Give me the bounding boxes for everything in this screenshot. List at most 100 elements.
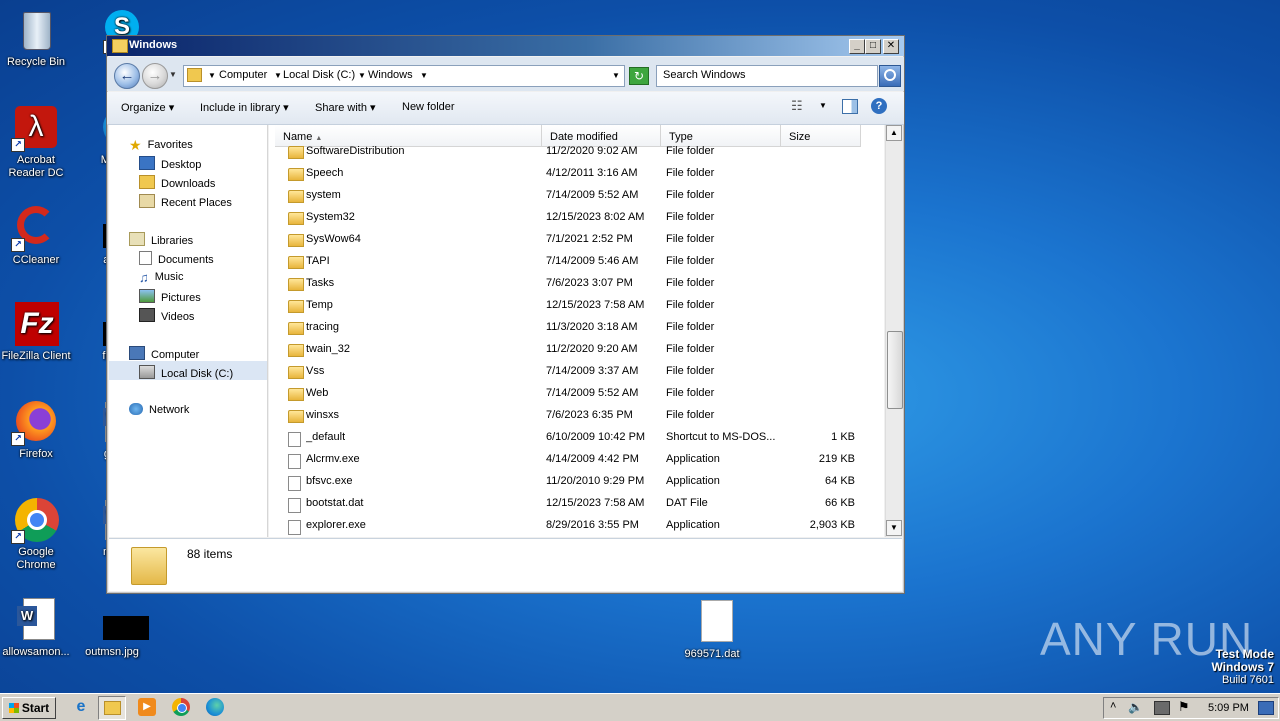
folder-icon (288, 212, 304, 228)
nav-videos[interactable]: Videos (139, 308, 194, 323)
file-row[interactable]: system 7/14/2009 5:52 AM File folder (269, 185, 884, 207)
refresh-icon[interactable]: ↻ (629, 67, 649, 85)
desktop-icon-recycle-bin[interactable]: Recycle Bin (0, 6, 74, 69)
forward-button[interactable]: → (142, 63, 168, 89)
desktop-icon-969571-dat[interactable]: 969571.dat (674, 598, 750, 661)
file-row[interactable]: Temp 12/15/2023 7:58 AM File folder (269, 295, 884, 317)
file-row[interactable]: bfsvc.exe 11/20/2010 9:29 PM Application 64… (269, 471, 884, 493)
back-button[interactable]: ← (114, 63, 140, 89)
start-button[interactable]: Start (2, 697, 56, 719)
desktop-icon-acrobat[interactable]: λ ↗ Acrobat Reader DC (0, 104, 74, 180)
scroll-thumb[interactable] (887, 331, 903, 409)
file-row[interactable]: winsxs 7/6/2023 6:35 PM File folder (269, 405, 884, 427)
explorer-window[interactable]: Windows _ □ ✕ ← → ▼ ▼ Computer ▼ Local D… (106, 35, 905, 594)
view-dropdown-icon[interactable]: ▼ (819, 101, 827, 110)
clock[interactable]: 5:09 PM (1208, 702, 1249, 714)
file-date: 12/15/2023 7:58 AM (546, 497, 645, 509)
file-row[interactable]: TAPI 7/14/2009 5:46 AM File folder (269, 251, 884, 273)
address-dropdown[interactable]: ▼ (612, 71, 620, 80)
file-icon (689, 598, 735, 644)
word-document-icon: W (13, 596, 59, 642)
nav-favorites[interactable]: ★ Favorites (129, 137, 193, 153)
network-tray-icon[interactable] (1154, 701, 1170, 715)
file-type: File folder (666, 167, 715, 179)
file-date: 11/2/2020 9:20 AM (546, 343, 638, 355)
nav-downloads[interactable]: Downloads (139, 175, 215, 190)
nav-computer[interactable]: Computer (129, 346, 199, 361)
scroll-down-arrow[interactable]: ▼ (886, 520, 902, 536)
file-row[interactable]: _default 6/10/2009 10:42 PM Shortcut to MS… (269, 427, 884, 449)
edge-taskbar-icon[interactable] (206, 698, 224, 716)
desktop-icon-chrome[interactable]: ↗ Google Chrome (0, 496, 74, 572)
preview-pane-icon[interactable] (842, 99, 858, 114)
file-type: File folder (666, 277, 715, 289)
windows-explorer-icon[interactable] (98, 696, 126, 720)
file-row[interactable]: System32 12/15/2023 8:02 AM File folder (269, 207, 884, 229)
organize-button[interactable]: Organize ▾ (121, 101, 174, 114)
file-name: Alcrmv.exe (306, 453, 360, 465)
close-button[interactable]: ✕ (883, 39, 899, 54)
file-row[interactable]: explorer.exe 8/29/2016 3:55 PM Application… (269, 515, 884, 537)
file-icon (288, 432, 301, 450)
chrome-icon: ↗ (11, 496, 59, 544)
file-row[interactable]: Web 7/14/2009 5:52 AM File folder (269, 383, 884, 405)
star-icon: ★ (129, 137, 142, 153)
nav-music[interactable]: ♫ Music (139, 270, 183, 285)
breadcrumb[interactable]: ▼ Computer ▼ Local Disk (C:) ▼ Windows ▼… (183, 65, 625, 87)
breadcrumb-separator[interactable]: ▼ (420, 71, 428, 80)
volume-icon[interactable]: 🔈 (1128, 700, 1143, 714)
nav-libraries[interactable]: Libraries (129, 232, 193, 247)
file-row[interactable]: SysWow64 7/1/2021 2:52 PM File folder (269, 229, 884, 251)
desktop-icon-outmsn[interactable]: outmsn.jpg (72, 596, 149, 659)
folder-icon (288, 300, 304, 316)
nav-network[interactable]: Network (129, 403, 189, 416)
show-hidden-icons[interactable]: ˄ (1110, 700, 1116, 712)
breadcrumb-windows[interactable]: Windows (368, 69, 413, 81)
recent-pages-dropdown[interactable]: ▼ (169, 70, 177, 79)
file-row[interactable]: Tasks 7/6/2023 3:07 PM File folder (269, 273, 884, 295)
desktop-icon-ccleaner[interactable]: ↗ CCleaner (0, 204, 74, 267)
new-folder-button[interactable]: New folder (402, 101, 455, 113)
file-name: Tasks (306, 277, 335, 289)
show-desktop-icon[interactable] (1258, 701, 1274, 715)
breadcrumb-separator[interactable]: ▼ (274, 71, 282, 80)
search-icon[interactable] (879, 65, 901, 87)
breadcrumb-local-disk[interactable]: Local Disk (C:) (283, 69, 355, 81)
breadcrumb-separator[interactable]: ▼ (208, 71, 216, 80)
file-row[interactable]: Speech 4/12/2011 3:16 AM File folder (269, 163, 884, 185)
file-row[interactable]: bootstat.dat 12/15/2023 7:58 AM DAT File 66… (269, 493, 884, 515)
documents-icon (139, 251, 152, 265)
file-row[interactable]: tracing 11/3/2020 3:18 AM File folder (269, 317, 884, 339)
folder-icon (288, 256, 304, 272)
desktop-icon-firefox[interactable]: ↗ Firefox (0, 398, 74, 461)
breadcrumb-separator[interactable]: ▼ (358, 71, 366, 80)
scroll-up-arrow[interactable]: ▲ (886, 125, 902, 141)
media-player-icon[interactable]: ▶ (138, 698, 156, 716)
nav-local-disk[interactable]: Local Disk (C:) (109, 361, 267, 380)
nav-pictures[interactable]: Pictures (139, 289, 201, 304)
internet-explorer-icon[interactable]: e (72, 698, 90, 716)
file-row[interactable]: Alcrmv.exe 4/14/2009 4:42 PM Application 21… (269, 449, 884, 471)
nav-desktop[interactable]: Desktop (139, 156, 201, 171)
include-in-library-button[interactable]: Include in library ▾ (200, 101, 289, 114)
minimize-button[interactable]: _ (849, 39, 865, 54)
share-with-button[interactable]: Share with ▾ (315, 101, 376, 114)
nav-documents[interactable]: Documents (139, 251, 214, 266)
view-options-icon[interactable]: ☷ (791, 98, 803, 114)
desktop-icon-filezilla[interactable]: Fz FileZilla Client (0, 300, 74, 363)
action-center-flag-icon[interactable]: ⚑ (1178, 699, 1190, 715)
file-row[interactable]: twain_32 11/2/2020 9:20 AM File folder (269, 339, 884, 361)
file-row[interactable]: SoftwareDistribution 11/2/2020 9:02 AM Fil… (269, 141, 884, 163)
vertical-scrollbar[interactable]: ▲ ▼ (885, 125, 903, 537)
search-input[interactable]: Search Windows (656, 65, 878, 87)
image-thumbnail-icon (87, 596, 149, 642)
maximize-button[interactable]: □ (865, 39, 881, 54)
title-bar[interactable]: Windows _ □ ✕ (107, 36, 904, 56)
breadcrumb-computer[interactable]: Computer (219, 69, 267, 81)
chrome-taskbar-icon[interactable] (172, 698, 190, 716)
folder-icon (288, 344, 304, 360)
nav-recent-places[interactable]: Recent Places (139, 194, 232, 209)
file-row[interactable]: Vss 7/14/2009 3:37 AM File folder (269, 361, 884, 383)
desktop-icon-allowsamon[interactable]: W allowsamon... (0, 596, 74, 659)
help-icon[interactable]: ? (871, 98, 887, 114)
